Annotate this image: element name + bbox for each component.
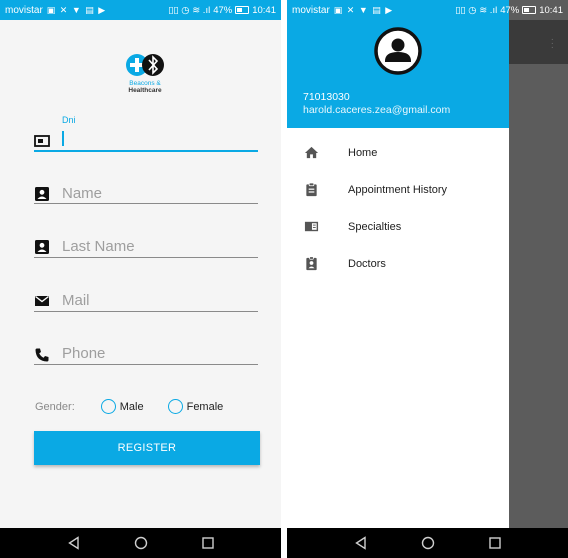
menu-label-appointment-history: Appointment History <box>348 184 448 196</box>
menu-label-doctors: Doctors <box>348 258 386 270</box>
status-right: ▯▯ ◷ ≋ .ıl 47% 10:41 <box>168 5 276 16</box>
male-radio[interactable] <box>100 399 116 414</box>
back-triangle-icon <box>67 536 79 550</box>
male-label[interactable]: Male <box>120 401 144 413</box>
female-radio[interactable] <box>167 399 183 414</box>
dni-label: Dni <box>62 115 76 125</box>
menu-item-doctors[interactable]: Doctors <box>287 249 509 279</box>
drawer-screen: · · · movistar ▣ ✕ ▼ ▤ ▶ 71013030 harold.c… <box>287 0 568 558</box>
carrier-name: movistar <box>5 4 43 16</box>
home-circle-icon <box>134 536 147 550</box>
phone-icon <box>35 348 49 362</box>
back-triangle-icon <box>354 536 366 550</box>
badge-icon <box>306 256 317 271</box>
clipboard-icon <box>306 182 317 197</box>
battery-percent: 47% <box>213 4 233 16</box>
name-field[interactable]: Name <box>34 184 258 206</box>
register-screen: movistar ▣ ✕ ▼ ▤ ▶ ▯▯ ◷ ≋ .ıl 47% 10:41 … <box>0 0 281 558</box>
home-circle-icon <box>421 536 434 550</box>
recents-button[interactable] <box>195 530 221 556</box>
phone-underline <box>34 364 258 365</box>
navigation-drawer: movistar ▣ ✕ ▼ ▤ ▶ 71013030 harold.cacer… <box>287 0 509 528</box>
home-button[interactable] <box>128 530 154 556</box>
status-right: ▯▯ ◷ ≋ .ıl 47% 10:41 <box>455 0 563 20</box>
text-cursor <box>62 131 64 146</box>
logo-line2: Healthcare <box>128 87 162 94</box>
battery-icon <box>235 6 250 14</box>
battery-icon <box>522 6 537 14</box>
female-label[interactable]: Female <box>187 401 224 413</box>
register-button[interactable]: REGISTER <box>34 431 260 465</box>
app-logo: Beacons & Healthcare <box>120 50 170 100</box>
gender-selector: Gender: Male Female <box>35 399 223 414</box>
carrier-name: movistar <box>292 4 330 16</box>
notification-icons: ▣ ✕ ▼ ▤ ▶ <box>333 4 394 15</box>
user-avatar-icon <box>374 27 422 75</box>
menu-label-home: Home <box>348 147 378 159</box>
user-email: harold.caceres.zea@gmail.com <box>303 104 451 116</box>
logo-graphic: Beacons & Healthcare <box>126 54 164 94</box>
back-button[interactable] <box>61 530 87 556</box>
person-badge-icon <box>35 240 49 254</box>
logo-line1: Beacons & <box>129 80 161 87</box>
phone-placeholder: Phone <box>62 345 106 362</box>
mail-underline <box>34 311 258 312</box>
mail-icon <box>35 295 49 306</box>
status-bar: movistar ▣ ✕ ▼ ▤ ▶ ▯▯ ◷ ≋ .ıl 47% 10:41 <box>0 0 281 20</box>
status-time: 10:41 <box>539 4 563 16</box>
last-name-field[interactable]: Last Name <box>34 237 258 259</box>
menu-item-home[interactable]: Home <box>287 138 509 168</box>
last-name-placeholder: Last Name <box>62 238 135 255</box>
last-name-underline <box>34 257 258 258</box>
recents-square-icon <box>201 537 214 549</box>
nav-bar <box>287 528 568 558</box>
menu-label-specialties: Specialties <box>348 221 402 233</box>
menu-item-specialties[interactable]: Specialties <box>287 212 509 242</box>
recents-square-icon <box>488 537 501 549</box>
overflow-menu-icon: · · · <box>550 34 554 53</box>
notification-icons: ▣ ✕ ▼ ▤ ▶ <box>46 4 107 15</box>
back-button[interactable] <box>348 530 374 556</box>
status-time: 10:41 <box>252 4 276 16</box>
name-placeholder: Name <box>62 185 103 202</box>
id-card-icon <box>34 135 50 147</box>
dni-field[interactable] <box>34 130 258 152</box>
dni-underline <box>34 150 258 152</box>
status-icons: ▯▯ ◷ ≋ .ıl <box>168 4 211 16</box>
phone-field[interactable]: Phone <box>34 344 258 366</box>
gender-label: Gender: <box>35 400 75 413</box>
mail-placeholder: Mail <box>62 292 90 309</box>
book-icon <box>304 221 319 232</box>
menu-item-appointment-history[interactable]: Appointment History <box>287 175 509 205</box>
name-underline <box>34 203 258 204</box>
recents-button[interactable] <box>482 530 508 556</box>
home-icon <box>304 146 319 159</box>
battery-percent: 47% <box>500 4 520 16</box>
nav-bar <box>0 528 281 558</box>
mail-field[interactable]: Mail <box>34 291 258 313</box>
user-id: 71013030 <box>303 91 350 103</box>
person-badge-icon <box>35 187 49 201</box>
status-icons: ▯▯ ◷ ≋ .ıl <box>455 4 498 16</box>
home-button[interactable] <box>415 530 441 556</box>
